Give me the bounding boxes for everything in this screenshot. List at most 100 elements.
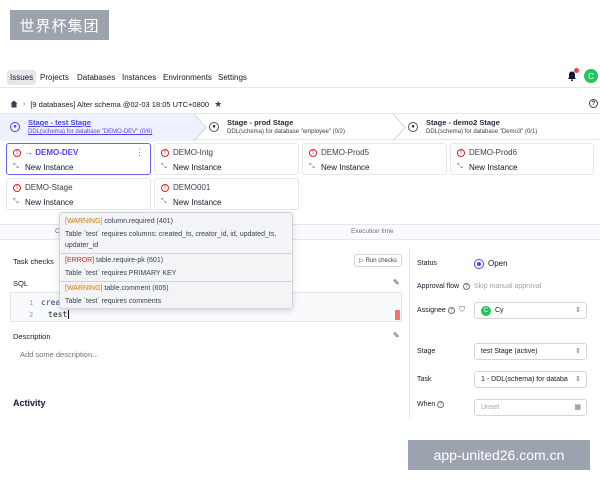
assignee-avatar: C: [481, 306, 491, 316]
check-message: Table `test` requires columns: created_t…: [65, 231, 277, 238]
more-vertical-icon[interactable]: ⋮: [135, 147, 144, 158]
stage-select-value: test Stage (active): [481, 348, 538, 355]
nav-projects[interactable]: Projects: [40, 70, 69, 85]
stage-test[interactable]: ● Stage - test Stage DDL(schema) for dat…: [0, 114, 196, 141]
stage-select[interactable]: test Stage (active) ⇕: [474, 343, 587, 360]
issue-title: [9 databases] Alter schema @02-03 18:05 …: [30, 99, 210, 109]
divider: [60, 253, 292, 254]
instance-icon: ⤡: [309, 163, 315, 170]
nav-instances[interactable]: Instances: [122, 70, 156, 85]
person-icon: ●: [10, 122, 20, 132]
run-checks-button[interactable]: ▷ Run checks: [354, 254, 402, 267]
task-status: New Instance: [173, 163, 222, 172]
task-status: New Instance: [25, 198, 74, 207]
info-icon[interactable]: ?: [437, 401, 444, 408]
activity-heading: Activity: [13, 398, 46, 408]
stage-demo2[interactable]: ● Stage - demo2 Stage DDL(schema) for da…: [398, 114, 600, 141]
person-icon: ●: [408, 122, 418, 132]
task-name: → DEMO-DEV: [25, 148, 79, 157]
assignee-select[interactable]: C Cy ⇕: [474, 302, 587, 319]
task-status: New Instance: [173, 198, 222, 207]
instance-icon: ⤡: [457, 163, 463, 170]
check-message: updater_id: [65, 242, 99, 249]
stage-subtitle: DDL(schema) for database "Demo3" (0/1): [426, 129, 538, 135]
info-icon[interactable]: ?: [448, 307, 455, 314]
description-placeholder[interactable]: Add some description...: [20, 350, 98, 359]
task-select[interactable]: 1 - DDL(schema) for databa ⇕: [474, 371, 587, 388]
stage-subtitle: DDL(schema) for database "DEMO-DEV" (0/6…: [28, 129, 153, 135]
stage-label: Stage: [417, 348, 436, 355]
status-label: Status: [417, 260, 437, 267]
description-label: Description: [13, 332, 51, 341]
calendar-icon: ▦: [574, 404, 581, 411]
task-card[interactable]: ! DEMO-Stage ⤡ New Instance: [6, 178, 151, 210]
star-icon[interactable]: ★: [214, 99, 222, 110]
nav-databases[interactable]: Databases: [77, 70, 115, 85]
nav-issues[interactable]: Issues: [7, 70, 37, 85]
stage-prod[interactable]: ● Stage - prod Stage DDL(schema) for dat…: [199, 114, 393, 141]
chevron-right-icon: ›: [23, 100, 26, 108]
code-line: test: [48, 310, 70, 319]
error-icon: !: [457, 149, 465, 157]
instance-icon: ⤡: [13, 198, 19, 205]
task-label: Task: [417, 376, 432, 383]
sql-label: SQL: [13, 279, 29, 288]
when-label: When: [417, 401, 436, 408]
status-value: Open: [488, 259, 508, 268]
status-open-radio[interactable]: [474, 259, 484, 269]
user-avatar[interactable]: C: [584, 69, 598, 83]
help-icon[interactable]: ?: [589, 99, 598, 108]
check-result-row: [WARNING] table.comment (605): [65, 285, 169, 292]
task-status: New Instance: [321, 163, 370, 172]
task-name: DEMO-Prod6: [469, 148, 518, 157]
instance-icon: ⤡: [13, 163, 19, 170]
assignee-label: Assignee: [417, 307, 446, 314]
task-name: DEMO-Stage: [25, 183, 73, 192]
check-results-tooltip: [WARNING] column.required (401) Table `t…: [59, 212, 293, 309]
task-card[interactable]: ! → DEMO-DEV ⋮ ⤡ New Instance: [6, 143, 151, 175]
panel-divider: [409, 248, 410, 418]
approval-flow-label: Approval flow: [417, 283, 460, 290]
task-select-value: 1 - DDL(schema) for databa: [481, 376, 568, 383]
stage-title: Stage - test Stage: [28, 118, 91, 127]
line-number: 1: [29, 299, 34, 307]
error-icon: !: [13, 184, 21, 192]
when-picker[interactable]: Unset ▦: [474, 399, 587, 416]
task-card[interactable]: ! DEMO-Intg ⤡ New Instance: [154, 143, 299, 175]
rule-name: table.require-pk (601): [96, 257, 164, 264]
instance-icon: ⤡: [161, 163, 167, 170]
check-result-row: [ERROR] table.require-pk (601): [65, 257, 163, 264]
rule-name: table.comment (605): [104, 285, 169, 292]
chevron-updown-icon: ⇕: [575, 307, 581, 314]
chevron-updown-icon: ⇕: [575, 376, 581, 383]
error-tag: [ERROR]: [65, 257, 95, 264]
shield-icon: ⛉: [459, 305, 465, 314]
top-nav: Issues Projects Databases Instances Envi…: [0, 66, 600, 88]
home-icon[interactable]: [10, 100, 18, 108]
check-result-row: [WARNING] column.required (401): [65, 218, 173, 225]
line-number: 2: [29, 311, 34, 319]
error-icon: !: [161, 149, 169, 157]
rule-name: column.required (401): [104, 218, 173, 225]
edit-description-icon[interactable]: ✎: [393, 332, 401, 340]
task-card[interactable]: ! DEMO-Prod6 ⤡ New Instance: [450, 143, 594, 175]
nav-settings[interactable]: Settings: [218, 70, 247, 85]
stage-pipeline: ● Stage - test Stage DDL(schema) for dat…: [0, 113, 600, 141]
stage-title: Stage - prod Stage: [227, 118, 294, 127]
error-marker: [395, 310, 400, 320]
task-name: DEMO-Prod5: [321, 148, 370, 157]
task-card[interactable]: ! DEMO-Prod5 ⤡ New Instance: [302, 143, 447, 175]
info-icon[interactable]: ?: [463, 283, 470, 290]
play-icon: ▷: [359, 258, 364, 264]
task-card[interactable]: ! DEMO001 ⤡ New Instance: [154, 178, 299, 210]
warning-tag: [WARNING]: [65, 218, 103, 225]
nav-environments[interactable]: Environments: [163, 70, 212, 85]
tab-execution-time[interactable]: Execution time: [351, 228, 394, 235]
check-message: Table `test` requires comments: [65, 298, 162, 305]
notification-dot: [574, 68, 579, 73]
edit-sql-icon[interactable]: ✎: [393, 279, 401, 287]
warning-tag: [WARNING]: [65, 285, 103, 292]
person-icon: ●: [209, 122, 219, 132]
instance-icon: ⤡: [161, 198, 167, 205]
check-message: Table `test` requires PRIMARY KEY: [65, 270, 177, 277]
